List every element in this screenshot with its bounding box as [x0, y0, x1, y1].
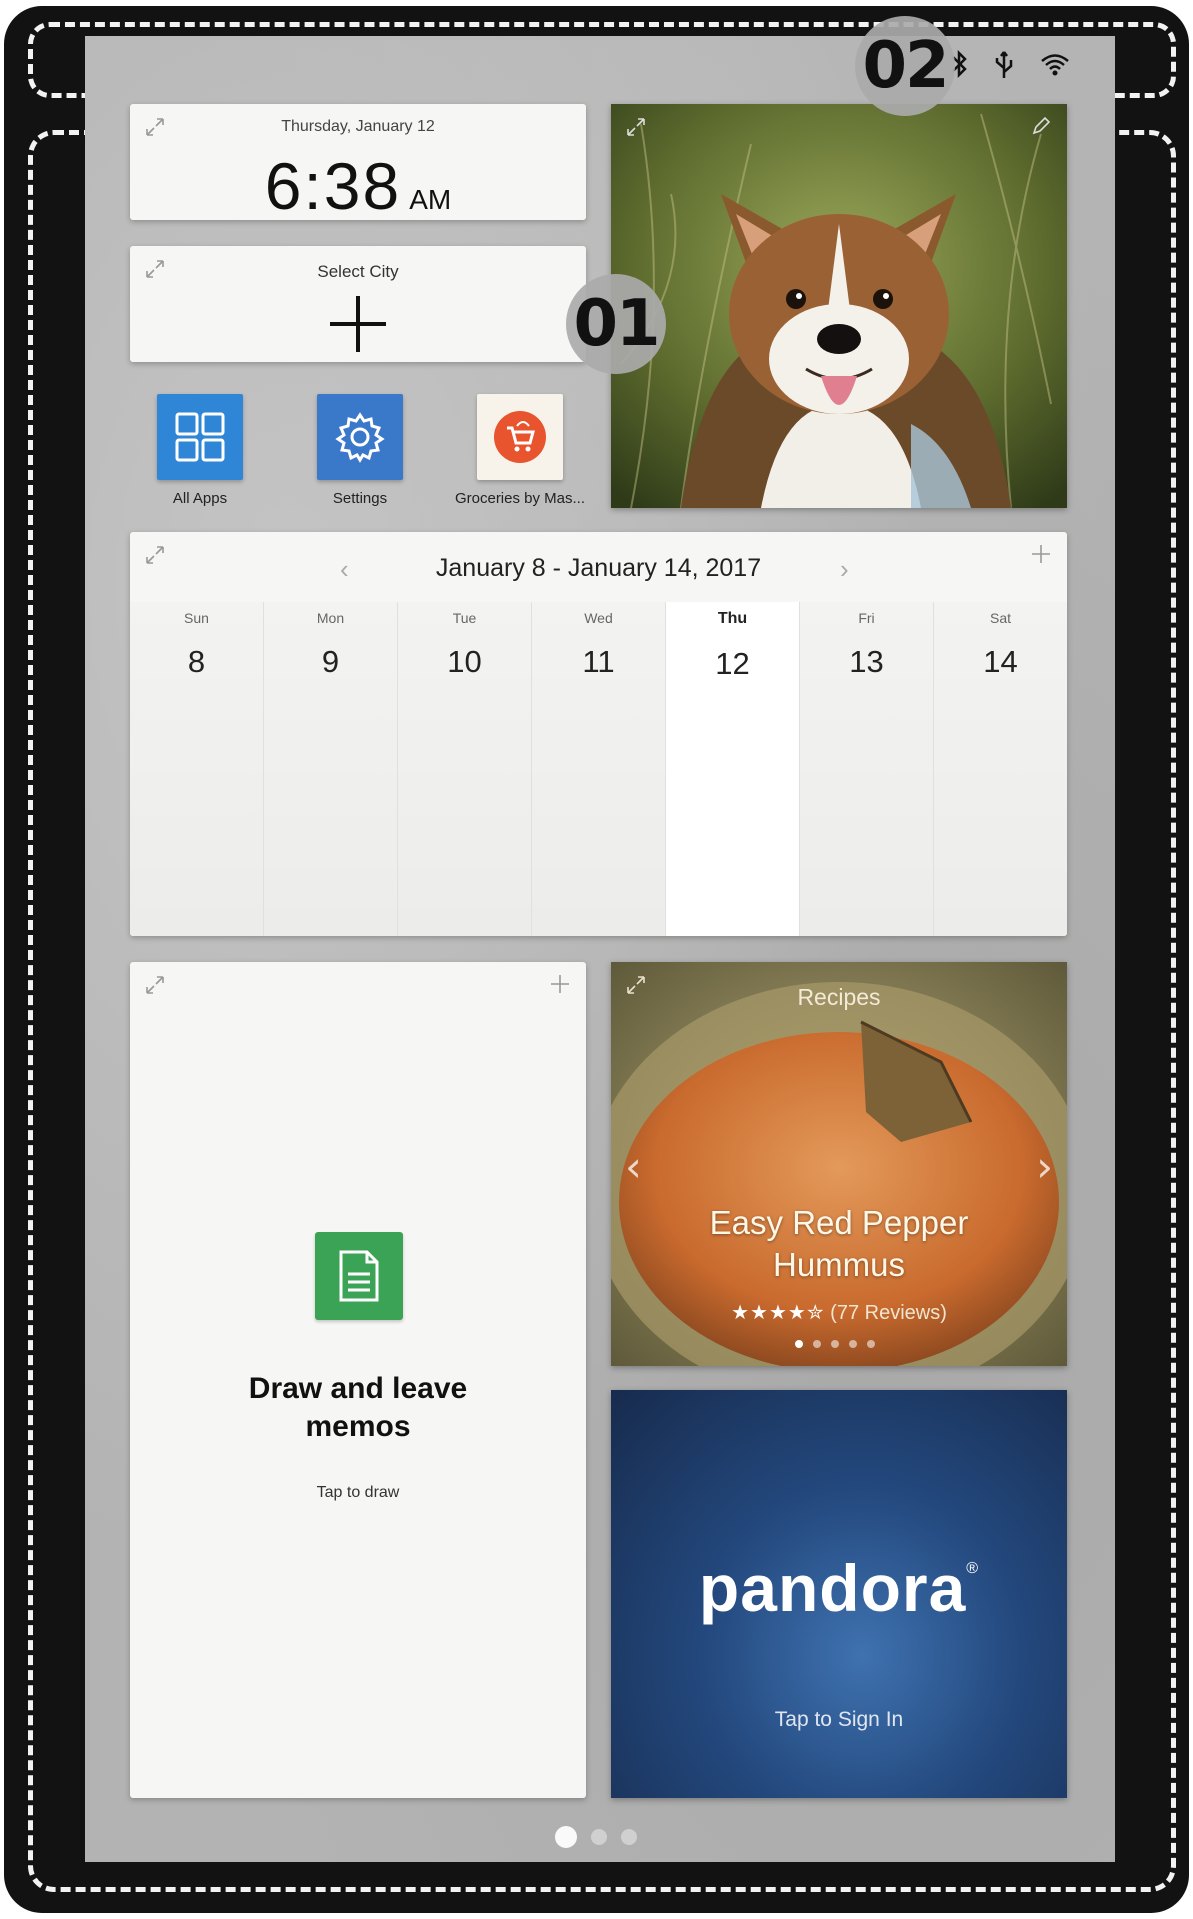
- home-page-dot[interactable]: [621, 1829, 637, 1845]
- calendar-day[interactable]: Mon 9: [264, 602, 398, 936]
- next-week-icon[interactable]: ›: [840, 554, 849, 585]
- select-city-label: Select City: [317, 262, 399, 281]
- calendar-day[interactable]: Fri 13: [800, 602, 934, 936]
- memo-subtitle: Tap to draw: [316, 1484, 400, 1501]
- app-label: Settings: [332, 490, 388, 507]
- expand-icon[interactable]: [144, 974, 166, 996]
- add-memo-icon[interactable]: [550, 974, 570, 994]
- day-name: Sun: [184, 610, 209, 626]
- app-label: All Apps: [172, 490, 228, 507]
- app-settings[interactable]: Settings: [285, 394, 435, 507]
- edit-icon[interactable]: [1031, 116, 1051, 136]
- pandora-logo-text: pandora: [698, 1551, 967, 1625]
- photo-widget[interactable]: [611, 104, 1067, 508]
- status-bar: [950, 48, 1070, 80]
- memo-title: Draw and leave memos: [130, 1370, 586, 1446]
- recipes-label: Recipes: [797, 984, 881, 1010]
- day-name: Sat: [989, 610, 1011, 626]
- pandora-widget[interactable]: pandora® Tap to Sign In: [611, 1390, 1067, 1798]
- day-number: 9: [321, 644, 340, 679]
- home-page-indicator: [555, 1826, 637, 1848]
- callout-badge-01: 01: [566, 274, 666, 374]
- memo-widget[interactable]: Draw and leave memos Tap to draw: [130, 962, 586, 1798]
- recipe-page-indicator: [795, 1340, 875, 1348]
- gear-icon: [317, 394, 403, 480]
- recipe-name: Easy Red Pepper Hummus: [611, 1202, 1067, 1286]
- day-number: 12: [715, 646, 750, 681]
- dog-photo: [611, 104, 1067, 508]
- pandora-sign-in[interactable]: Tap to Sign In: [611, 1708, 1067, 1732]
- recipes-widget[interactable]: Recipes ‹ › Easy Red Pepper Hummus ★★★★✮…: [611, 962, 1067, 1366]
- add-city-icon[interactable]: [328, 294, 388, 354]
- calendar-day[interactable]: Tue 10: [398, 602, 532, 936]
- calendar-title: January 8 - January 14, 2017: [435, 554, 762, 582]
- page-dot: [795, 1340, 803, 1348]
- clock-time-value: 6:38: [264, 149, 402, 223]
- recipe-name-text: Easy Red Pepper Hummus: [709, 1204, 969, 1283]
- clock-ampm: AM: [409, 184, 452, 215]
- page-dot: [867, 1340, 875, 1348]
- calendar-widget[interactable]: ‹ January 8 - January 14, 2017 › Sun 8 Mo…: [130, 532, 1067, 936]
- app-groceries[interactable]: Groceries by Mas...: [445, 394, 595, 507]
- cart-icon: [477, 394, 563, 480]
- review-count: (77 Reviews): [830, 1302, 947, 1324]
- day-number: 14: [983, 644, 1018, 679]
- day-number: 13: [849, 644, 884, 679]
- day-name: Fri: [858, 610, 875, 626]
- memo-title-text: Draw and leave memos: [248, 1372, 468, 1443]
- calendar-days: Sun 8 Mon 9 Tue 10 Wed 11 Thu 12 Fri 13 Sat 14: [130, 602, 1067, 936]
- calendar-day-today[interactable]: Thu 12: [666, 602, 800, 936]
- memo-document-icon: [315, 1232, 403, 1320]
- next-recipe-icon[interactable]: ›: [1036, 1142, 1053, 1191]
- page-dot: [849, 1340, 857, 1348]
- app-label: Groceries by Mas...: [454, 490, 586, 507]
- grid-icon: [157, 394, 243, 480]
- pandora-logo: pandora®: [611, 1550, 1067, 1626]
- day-number: 11: [582, 644, 615, 679]
- day-name: Tue: [452, 610, 477, 626]
- calendar-day[interactable]: Wed 11: [532, 602, 666, 936]
- clock-date: Thursday, January 12: [281, 118, 435, 135]
- app-all-apps[interactable]: All Apps: [125, 394, 275, 507]
- page-dot: [813, 1340, 821, 1348]
- home-page-dot[interactable]: [555, 1826, 577, 1848]
- day-name: Thu: [717, 610, 748, 627]
- prev-recipe-icon[interactable]: ‹: [625, 1142, 642, 1191]
- clock-time: 6:38 AM: [130, 148, 586, 224]
- calendar-day[interactable]: Sun 8: [130, 602, 264, 936]
- day-number: 8: [187, 644, 206, 679]
- clock-widget[interactable]: Thursday, January 12 6:38 AM: [130, 104, 586, 223]
- home-page-dot[interactable]: [591, 1829, 607, 1845]
- calendar-day[interactable]: Sat 14: [934, 602, 1067, 936]
- day-name: Mon: [316, 610, 345, 626]
- usb-icon: [995, 51, 1013, 78]
- world-clock-widget[interactable]: Select City: [130, 246, 586, 362]
- recipe-rating: ★★★★✮ (77 Reviews): [611, 1300, 1067, 1325]
- wifi-icon: [1041, 54, 1069, 76]
- day-name: Wed: [584, 610, 613, 626]
- rating-stars: ★★★★✮: [731, 1302, 825, 1324]
- callout-badge-02: 02: [855, 16, 955, 116]
- expand-icon[interactable]: [625, 116, 647, 138]
- page-dot: [831, 1340, 839, 1348]
- trademark-mark: ®: [966, 1560, 980, 1577]
- day-number: 10: [447, 644, 482, 679]
- expand-icon[interactable]: [625, 974, 647, 996]
